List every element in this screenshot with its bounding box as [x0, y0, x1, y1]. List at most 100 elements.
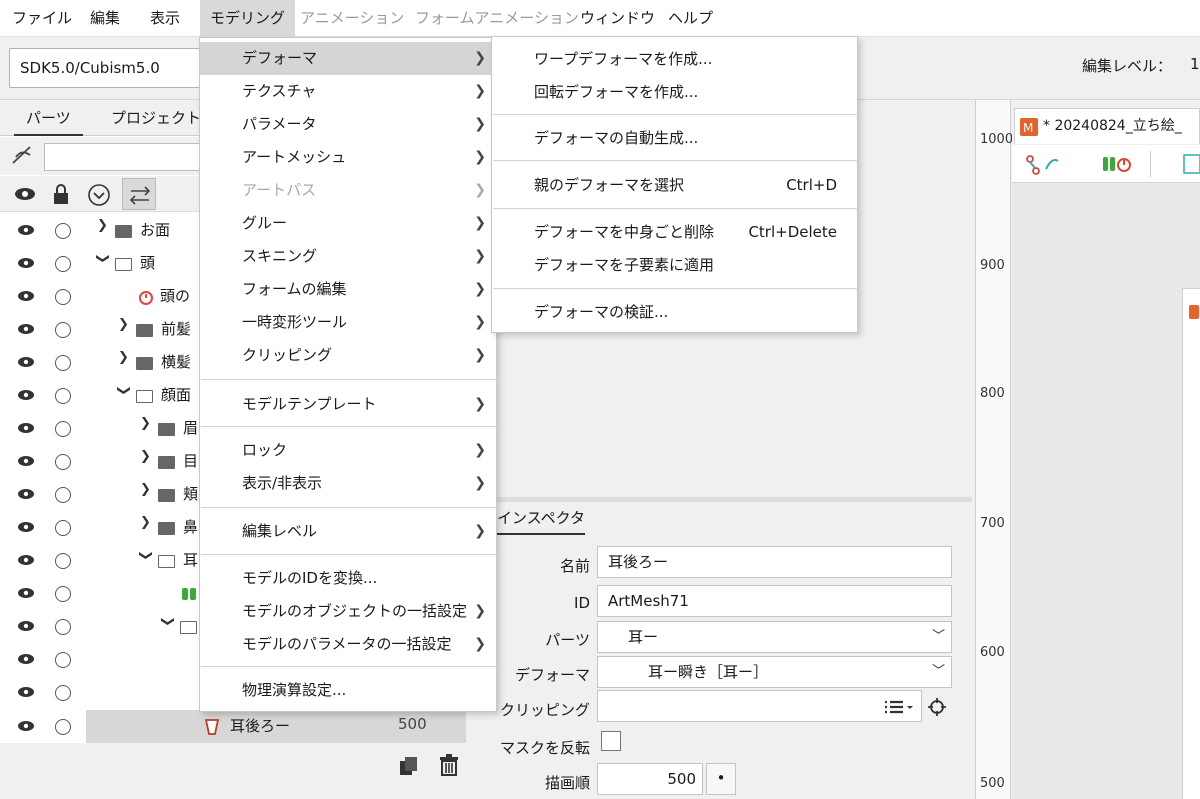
lock-toggle[interactable] — [55, 685, 71, 701]
eye-icon[interactable] — [14, 187, 36, 201]
menu-item-texture[interactable]: テクスチャ ❯ — [200, 75, 496, 108]
menu-item-verify-deformer[interactable]: デフォーマの検証... — [492, 296, 857, 329]
parts-select[interactable]: 耳ー ﹀ — [597, 621, 952, 653]
eye-icon[interactable] — [17, 355, 35, 369]
menu-item-physics[interactable]: 物理演算設定... — [200, 674, 496, 707]
eye-icon[interactable] — [17, 322, 35, 336]
id-field[interactable]: ArtMesh71 — [597, 585, 952, 617]
expand-arrow-icon[interactable]: ❯ — [140, 416, 151, 431]
lock-toggle[interactable] — [55, 487, 71, 503]
menu-item-model-template[interactable]: モデルテンプレート ❯ — [200, 388, 496, 421]
menu-file[interactable]: ファイル — [12, 0, 72, 37]
tab-inspector[interactable]: インスペクタ — [497, 507, 586, 535]
filter-off-icon[interactable] — [10, 143, 34, 167]
menu-modeling[interactable]: モデリング — [200, 0, 296, 37]
menu-item-batch-parameters[interactable]: モデルのパラメータの一括設定 ❯ — [200, 628, 496, 661]
menu-item-parameter[interactable]: パラメータ ❯ — [200, 108, 496, 141]
menu-item-batch-objects[interactable]: モデルのオブジェクトの一括設定 ❯ — [200, 595, 496, 628]
trash-icon[interactable] — [438, 753, 460, 777]
expand-arrow-icon[interactable]: ❯ — [118, 350, 129, 365]
eye-icon[interactable] — [17, 223, 35, 237]
lock-toggle[interactable] — [55, 223, 71, 239]
lock-toggle[interactable] — [55, 652, 71, 668]
menu-item-artmesh[interactable]: アートメッシュ ❯ — [200, 141, 496, 174]
menu-window[interactable]: ウィンドウ — [580, 0, 655, 37]
viewer-document-tab[interactable]: M * 20240824_立ち絵_ — [1014, 108, 1200, 144]
expand-arrow-icon[interactable]: ❯ — [118, 317, 129, 332]
eye-icon[interactable] — [17, 619, 35, 633]
menu-item-convert-id[interactable]: モデルのIDを変換... — [200, 562, 496, 595]
draw-order-button[interactable]: • — [706, 763, 736, 795]
lock-toggle[interactable] — [55, 553, 71, 569]
menu-item-lock[interactable]: ロック ❯ — [200, 434, 496, 467]
sdk-version-combo[interactable]: SDK5.0/Cubism5.0 — [9, 48, 214, 88]
edit-level-value[interactable]: 1 — [1190, 55, 1200, 73]
lock-toggle[interactable] — [55, 520, 71, 536]
lock-toggle[interactable] — [55, 586, 71, 602]
lock-toggle[interactable] — [55, 388, 71, 404]
expand-arrow-icon[interactable]: ❯ — [140, 449, 151, 464]
list-menu-icon[interactable] — [883, 699, 915, 715]
grid-select-icon[interactable] — [1182, 153, 1200, 175]
lock-toggle[interactable] — [55, 322, 71, 338]
eye-icon[interactable] — [17, 553, 35, 567]
menu-animation[interactable]: アニメーション — [300, 0, 404, 37]
menu-item-clipping[interactable]: クリッピング ❯ — [200, 339, 496, 372]
lock-toggle[interactable] — [55, 454, 71, 470]
lock-toggle[interactable] — [55, 619, 71, 635]
eye-icon[interactable] — [17, 289, 35, 303]
crosshair-icon[interactable] — [927, 697, 947, 717]
lock-toggle[interactable] — [55, 355, 71, 371]
lock-toggle[interactable] — [55, 256, 71, 272]
menu-item-create-rotation-deformer[interactable]: 回転デフォーマを作成... — [492, 76, 857, 109]
tab-project[interactable]: プロジェクト — [111, 100, 201, 136]
warp-rotate-icon[interactable] — [1102, 153, 1134, 177]
tab-parts[interactable]: パーツ — [14, 100, 83, 136]
menu-item-show-hide[interactable]: 表示/非表示 ❯ — [200, 467, 496, 500]
menu-item-temp-transform[interactable]: 一時変形ツール ❯ — [200, 306, 496, 339]
eye-icon[interactable] — [17, 652, 35, 666]
eye-icon[interactable] — [17, 388, 35, 402]
menu-item-auto-generate-deformer[interactable]: デフォーマの自動生成... — [492, 122, 857, 155]
collapse-arrow-icon[interactable]: ❯ — [116, 385, 131, 396]
menu-item-glue[interactable]: グルー ❯ — [200, 207, 496, 240]
mask-invert-checkbox[interactable] — [601, 731, 621, 751]
eye-icon[interactable] — [17, 454, 35, 468]
menu-item-artpath[interactable]: アートパス ❯ — [200, 174, 496, 207]
eye-icon[interactable] — [17, 685, 35, 699]
selected-tree-row[interactable]: 耳後ろー 500 — [86, 710, 466, 743]
eye-icon[interactable] — [17, 586, 35, 600]
lock-icon[interactable] — [52, 183, 70, 205]
deformer-path-icon[interactable] — [1024, 153, 1060, 177]
draw-order-field[interactable]: 500 — [597, 763, 703, 795]
lock-toggle[interactable] — [55, 719, 71, 735]
deformer-select[interactable]: 耳ー瞬き［耳ー］ ﹀ — [597, 656, 952, 688]
eye-icon[interactable] — [17, 256, 35, 270]
menu-view[interactable]: 表示 — [150, 0, 180, 37]
lock-toggle[interactable] — [55, 289, 71, 305]
expand-arrow-icon[interactable]: ❯ — [140, 515, 151, 530]
copy-icon[interactable] — [398, 755, 420, 777]
menu-item-edit-level[interactable]: 編集レベル ❯ — [200, 515, 496, 548]
menu-item-select-parent-deformer[interactable]: 親のデフォーマを選択 Ctrl+D — [492, 169, 857, 202]
menu-item-apply-deformer-to-children[interactable]: デフォーマを子要素に適用 — [492, 249, 857, 282]
menu-help[interactable]: ヘルプ — [668, 0, 713, 37]
menu-item-create-warp-deformer[interactable]: ワープデフォーマを作成... — [492, 43, 857, 76]
eye-icon[interactable] — [17, 719, 35, 733]
eye-icon[interactable] — [17, 421, 35, 435]
expand-all-icon[interactable] — [87, 183, 111, 207]
menu-item-deformer[interactable]: デフォーマ ❯ — [200, 42, 496, 75]
menu-item-delete-deformer-with-contents[interactable]: デフォーマを中身ごと削除 Ctrl+Delete — [492, 216, 857, 249]
viewer-canvas[interactable] — [1012, 183, 1200, 799]
menu-item-form-edit[interactable]: フォームの編集 ❯ — [200, 273, 496, 306]
expand-arrow-icon[interactable]: ❯ — [97, 218, 108, 233]
filter-input[interactable] — [44, 143, 214, 171]
expand-arrow-icon[interactable]: ❯ — [140, 482, 151, 497]
lock-toggle[interactable] — [55, 421, 71, 437]
eye-icon[interactable] — [17, 520, 35, 534]
collapse-arrow-icon[interactable]: ❯ — [95, 253, 110, 264]
eye-icon[interactable] — [17, 487, 35, 501]
menu-item-skinning[interactable]: スキニング ❯ — [200, 240, 496, 273]
menu-form-animation[interactable]: フォームアニメーション — [415, 0, 579, 37]
sync-toggle-button[interactable] — [122, 178, 156, 210]
